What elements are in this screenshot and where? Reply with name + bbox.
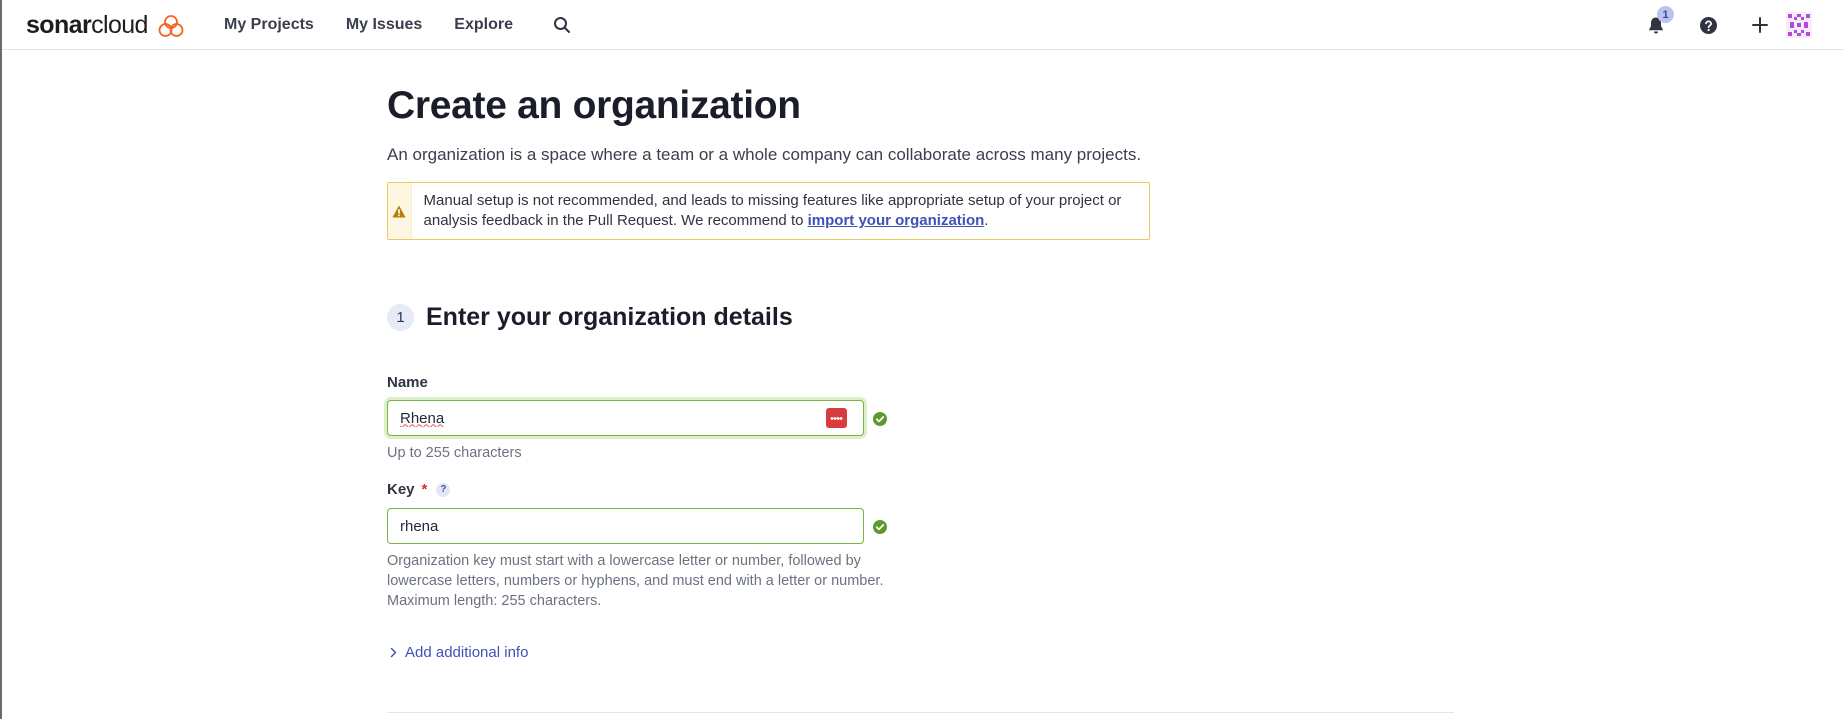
name-label: Name [387, 374, 428, 391]
name-hint: Up to 255 characters [387, 445, 522, 461]
logo-text-light: cloud [91, 11, 148, 39]
nav-explore[interactable]: Explore [454, 16, 513, 34]
key-label-text: Key [387, 481, 415, 498]
name-valid-check-icon [873, 412, 887, 426]
warning-icon-panel [388, 183, 412, 239]
section-divider [387, 712, 1454, 713]
main-nav: My Projects My Issues Explore [224, 0, 571, 50]
cloud-logo-icon [158, 14, 184, 37]
page-title: Create an organization [387, 84, 801, 127]
page-description: An organization is a space where a team … [387, 145, 1142, 164]
password-manager-icon[interactable] [826, 408, 847, 428]
name-field-wrapper [387, 400, 864, 436]
warning-message: Manual setup is not recommended, and lea… [423, 192, 1122, 229]
plus-icon[interactable] [1747, 12, 1773, 38]
key-label: Key * ? [387, 481, 451, 498]
top-right-actions: 1 [1624, 0, 1844, 50]
notification-count-badge: 1 [1657, 6, 1674, 23]
add-additional-info-label: Add additional info [405, 644, 529, 661]
key-input[interactable] [387, 508, 864, 544]
sonarcloud-logo[interactable]: sonar cloud [26, 11, 184, 40]
logo-text-bold: sonar [26, 11, 92, 39]
step-title: Enter your organization details [426, 303, 793, 331]
key-valid-check-icon [873, 520, 887, 534]
key-field-wrapper [387, 508, 864, 544]
add-additional-info-toggle[interactable]: Add additional info [390, 644, 528, 661]
top-navigation-bar: sonar cloud My Projects My Issues Explore… [2, 0, 1844, 50]
bell-icon[interactable]: 1 [1643, 6, 1674, 38]
key-help-icon[interactable]: ? [436, 482, 451, 497]
name-input[interactable] [387, 400, 864, 436]
help-circle-icon[interactable] [1695, 12, 1721, 38]
key-hint: Organization key must start with a lower… [387, 553, 884, 609]
search-icon[interactable] [553, 16, 571, 34]
import-organization-link[interactable]: import your organization [808, 212, 985, 229]
warning-text: Manual setup is not recommended, and lea… [412, 183, 1149, 239]
nav-my-projects[interactable]: My Projects [224, 16, 314, 34]
warning-icon [392, 205, 406, 217]
required-marker: * [421, 481, 428, 498]
nav-my-issues[interactable]: My Issues [346, 16, 422, 34]
user-avatar[interactable] [1786, 12, 1812, 38]
warning-message-end: . [984, 212, 989, 229]
step-number: 1 [387, 304, 414, 331]
chevron-right-icon [390, 647, 397, 658]
manual-setup-warning: Manual setup is not recommended, and lea… [387, 182, 1150, 240]
step-header: 1 Enter your organization details [387, 303, 793, 332]
